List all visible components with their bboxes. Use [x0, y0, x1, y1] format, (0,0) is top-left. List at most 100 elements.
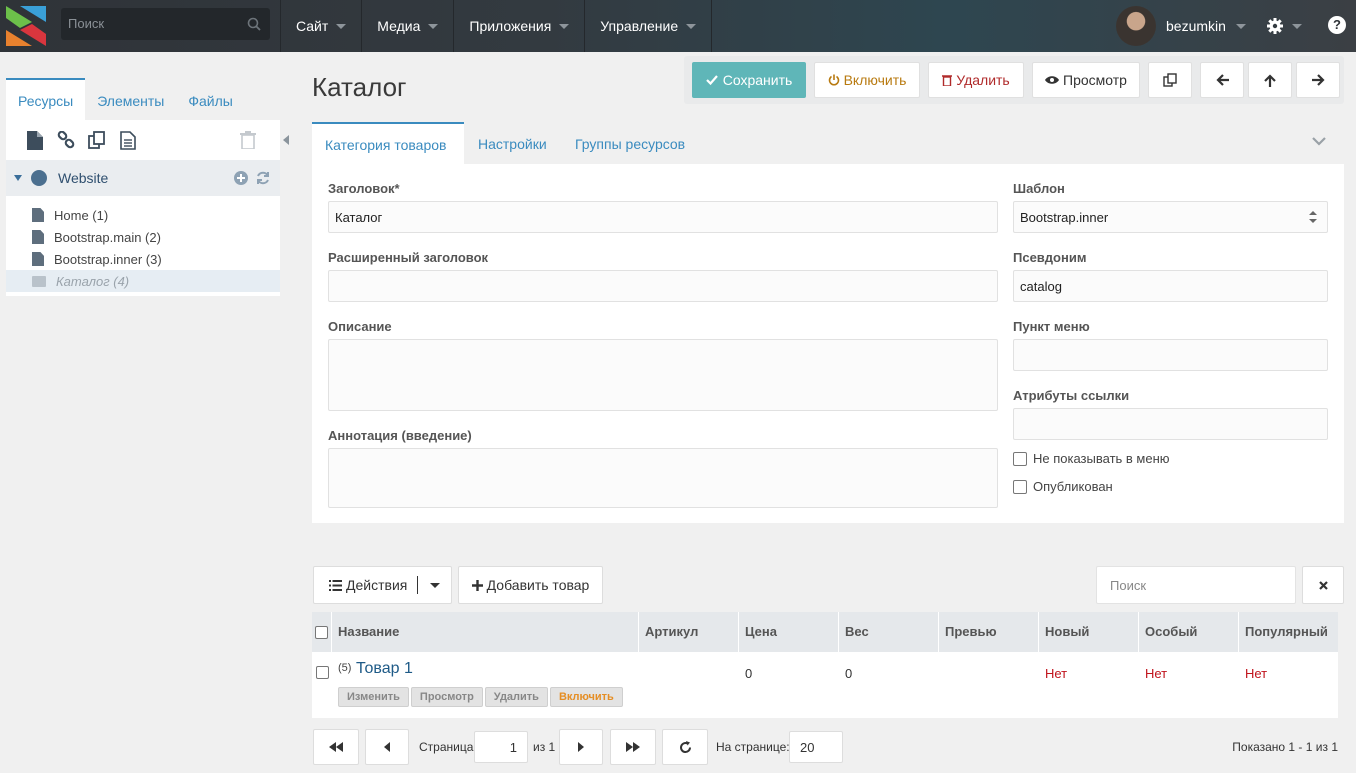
actions-dropdown-button[interactable]: Действия	[313, 566, 452, 604]
prev-resource-button[interactable]	[1200, 62, 1244, 98]
save-label: Сохранить	[722, 72, 793, 88]
panel-collapse-handle[interactable]	[281, 120, 291, 160]
next-resource-button[interactable]	[1296, 62, 1340, 98]
col-article[interactable]: Артикул	[639, 612, 739, 652]
resource-form: Заголовок* Каталог Расширенный заголовок…	[312, 164, 1344, 523]
description-textarea[interactable]	[328, 339, 998, 411]
nav-media[interactable]: Медиа	[361, 0, 453, 52]
hidemenu-checkbox[interactable]: Не показывать в меню	[1013, 451, 1170, 466]
nav-manage[interactable]: Управление	[584, 0, 713, 52]
row-name-link[interactable]: Товар 1	[356, 660, 413, 678]
new-weblink-button[interactable]	[55, 129, 77, 151]
row-view-button[interactable]: Просмотр	[410, 687, 483, 707]
grid-search-input[interactable]: Поиск	[1096, 566, 1296, 604]
next-page-button[interactable]	[559, 729, 603, 765]
nav-apps[interactable]: Приложения	[453, 0, 584, 52]
tab-elements[interactable]: Элементы	[85, 78, 176, 120]
row-edit-button[interactable]: Изменить	[338, 687, 409, 707]
trash-button[interactable]	[237, 129, 259, 151]
link-attributes-input[interactable]	[1013, 408, 1328, 440]
published-checkbox[interactable]: Опубликован	[1013, 479, 1113, 494]
nav-site[interactable]: Сайт	[280, 0, 361, 52]
tree-item-catalog[interactable]: Каталог (4)	[6, 270, 280, 292]
per-page-value: 20	[800, 740, 815, 755]
tab-settings[interactable]: Настройки	[465, 122, 560, 164]
user-menu[interactable]: bezumkin	[1116, 5, 1246, 47]
search-input[interactable]: Поиск	[61, 8, 270, 40]
chevron-down-icon	[1292, 23, 1302, 29]
page-input[interactable]: 1	[474, 731, 528, 763]
top-bar: Поиск Сайт Медиа Приложения Управление b…	[0, 0, 1356, 52]
save-button[interactable]: Сохранить	[692, 62, 806, 98]
tree-item-bootstrap-inner[interactable]: Bootstrap.inner (3)	[6, 248, 280, 270]
menutitle-input[interactable]	[1013, 339, 1328, 371]
plus-icon	[471, 579, 483, 591]
prev-page-button[interactable]	[365, 729, 409, 765]
duplicate-button[interactable]	[1148, 62, 1192, 98]
row-checkbox[interactable]	[316, 666, 329, 679]
new-static-resource-button[interactable]	[117, 129, 139, 151]
select-all-checkbox[interactable]	[315, 625, 328, 639]
caret-down-icon[interactable]	[14, 175, 22, 181]
document-icon	[27, 130, 43, 150]
folder-icon	[32, 275, 46, 287]
tab-product-category[interactable]: Категория товаров	[312, 122, 464, 164]
chevron-down-icon	[1235, 23, 1246, 29]
col-name[interactable]: Название	[332, 612, 639, 652]
last-page-button[interactable]	[610, 729, 656, 765]
first-page-button[interactable]	[313, 729, 359, 765]
tree-item-home[interactable]: Home (1)	[6, 204, 280, 226]
row-delete-button[interactable]: Удалить	[484, 687, 548, 707]
nav-site-label: Сайт	[296, 18, 329, 34]
delete-button[interactable]: Удалить	[928, 62, 1024, 98]
help-button[interactable]: ?	[1328, 16, 1346, 34]
title-input[interactable]: Каталог	[328, 201, 998, 233]
template-select[interactable]: Bootstrap.inner	[1013, 201, 1328, 233]
chevron-down-icon	[559, 23, 570, 29]
table-row[interactable]: (5) Товар 1 0 0 Нет Нет Нет Изменить Про…	[312, 652, 1338, 718]
modx-logo-icon[interactable]	[6, 6, 46, 46]
per-page-input[interactable]: 20	[789, 731, 843, 763]
refresh-button[interactable]	[662, 729, 708, 765]
trash-icon	[240, 131, 256, 149]
alias-input[interactable]: catalog	[1013, 270, 1328, 302]
col-popular[interactable]: Популярный	[1239, 612, 1338, 652]
caret-left-icon	[384, 742, 390, 752]
col-price[interactable]: Цена	[739, 612, 839, 652]
new-document-button[interactable]	[24, 129, 46, 151]
row-enable-button[interactable]: Включить	[549, 687, 623, 707]
settings-menu[interactable]	[1266, 14, 1306, 38]
tab-resources[interactable]: Ресурсы	[6, 78, 86, 120]
nav-apps-label: Приложения	[469, 18, 552, 34]
page-title: Каталог	[312, 72, 407, 102]
alias-label: Псевдоним	[1013, 250, 1087, 265]
plus-circle-icon[interactable]	[234, 171, 248, 185]
longtitle-input[interactable]	[328, 270, 998, 302]
tab-files[interactable]: Файлы	[176, 78, 244, 120]
col-weight[interactable]: Вес	[839, 612, 939, 652]
introtext-textarea[interactable]	[328, 448, 998, 508]
enable-button[interactable]: Включить	[814, 62, 920, 98]
refresh-icon	[679, 740, 691, 753]
caret-down-icon	[430, 582, 441, 588]
chevron-down-icon[interactable]	[1312, 134, 1326, 148]
chevron-down-icon	[686, 23, 697, 29]
clear-search-button[interactable]	[1302, 566, 1344, 604]
tab-resource-groups[interactable]: Группы ресурсов	[562, 122, 698, 164]
col-new[interactable]: Новый	[1039, 612, 1139, 652]
tree-item-bootstrap-main[interactable]: Bootstrap.main (2)	[6, 226, 280, 248]
checkbox-box[interactable]	[1013, 479, 1027, 494]
add-product-button[interactable]: Добавить товар	[458, 566, 603, 604]
new-symlink-button[interactable]	[86, 129, 108, 151]
checkbox-box[interactable]	[1013, 451, 1027, 466]
parent-resource-button[interactable]	[1248, 62, 1292, 98]
tree-root-website[interactable]: Website	[6, 160, 280, 196]
refresh-icon[interactable]	[256, 171, 270, 185]
col-special[interactable]: Особый	[1139, 612, 1239, 652]
globe-icon	[31, 170, 47, 186]
row-price: 0	[745, 666, 753, 681]
col-preview[interactable]: Превью	[939, 612, 1039, 652]
preview-button[interactable]: Просмотр	[1032, 62, 1140, 98]
longtitle-label: Расширенный заголовок	[328, 250, 489, 265]
nav-media-label: Медиа	[377, 18, 421, 34]
